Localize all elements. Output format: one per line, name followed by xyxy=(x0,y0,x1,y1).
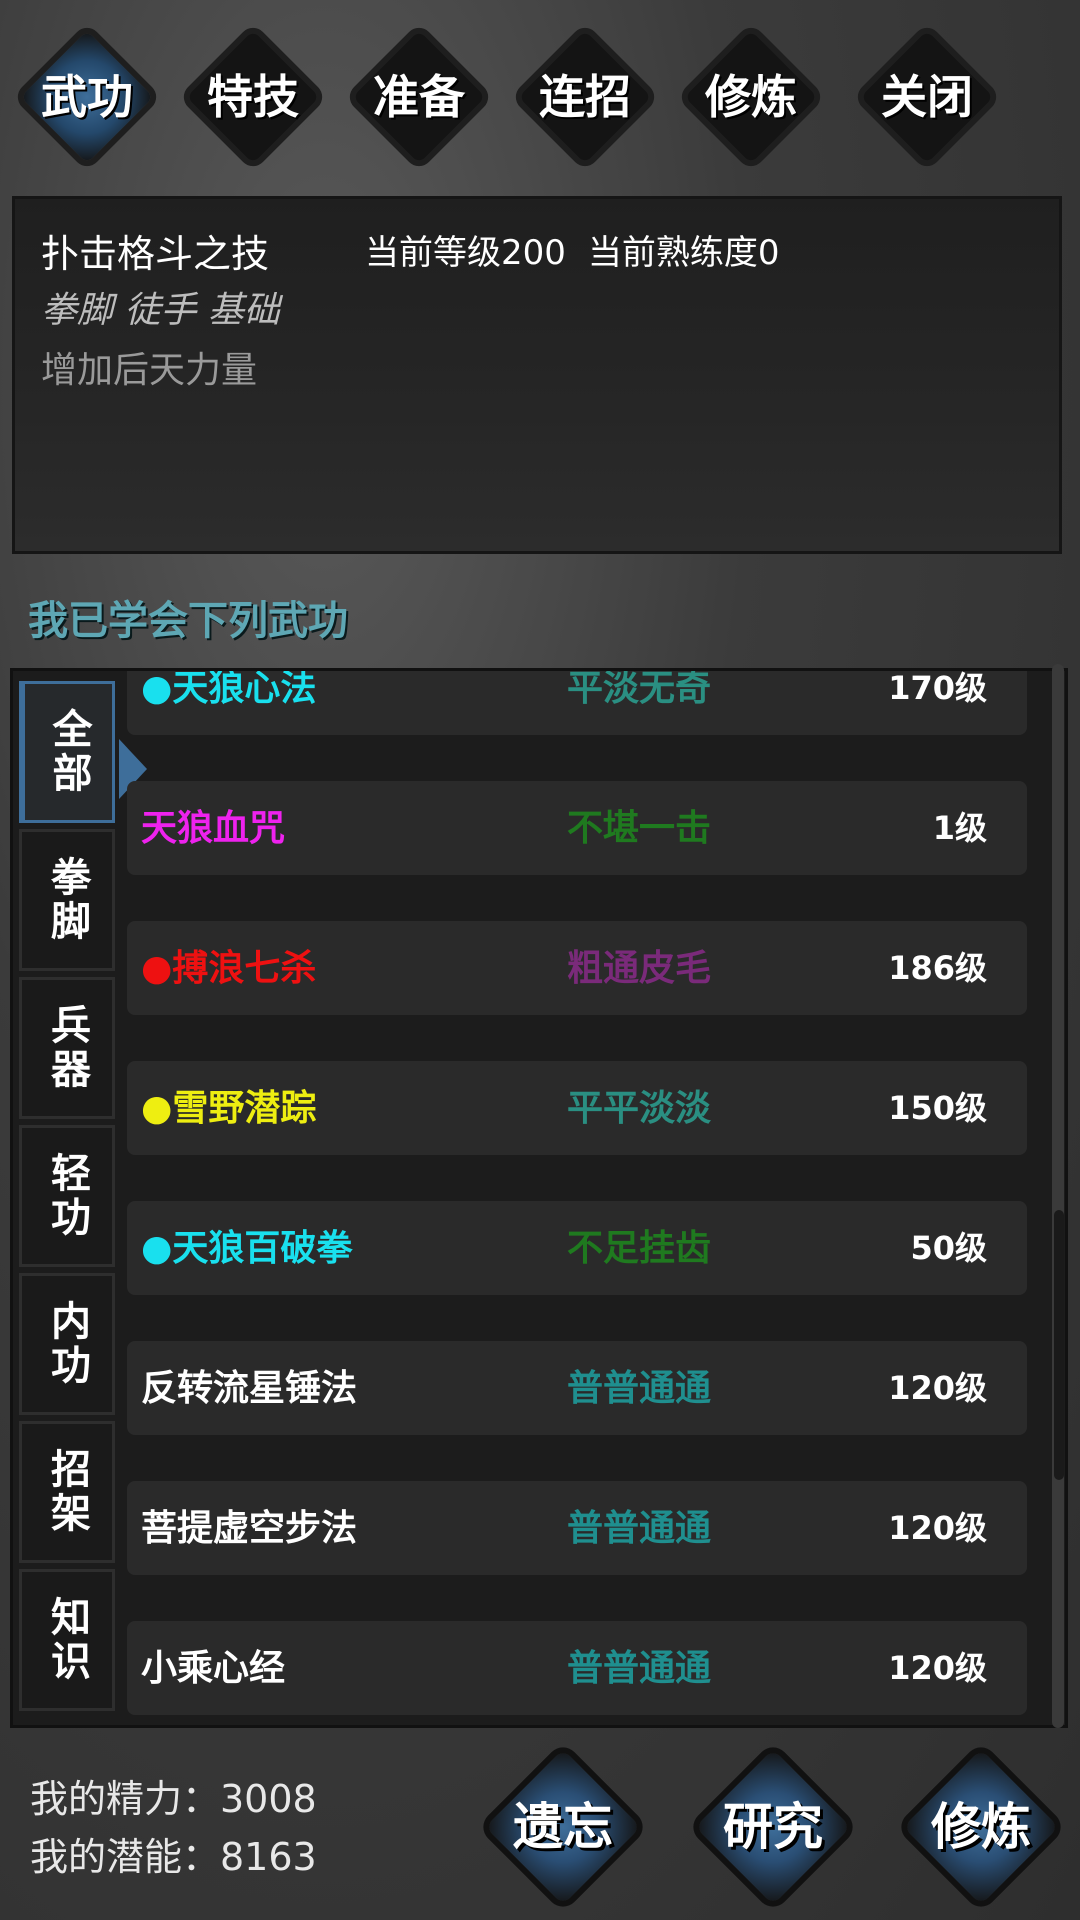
category-label: 招架 xyxy=(44,1448,91,1536)
skill-row[interactable]: 小乘心经 普普通通 120级 xyxy=(127,1621,1027,1715)
skill-row-name: ●搏浪七杀 xyxy=(141,947,317,989)
skill-row[interactable]: 反转流星锤法 普普通通 120级 xyxy=(127,1341,1027,1435)
potential-stat: 我的潜能：8163 xyxy=(30,1835,317,1879)
research-button-label: 研究 xyxy=(723,1797,823,1856)
skill-row-name: 小乘心经 xyxy=(141,1647,286,1689)
skill-row-level: 150级 xyxy=(888,1089,987,1127)
skill-row-name: ●天狼百破拳 xyxy=(141,1227,353,1269)
skill-rows: ●天狼心法 平淡无奇 170级 天狼血咒 不堪一击 1级 ●搏浪七杀 粗通皮毛 … xyxy=(123,671,1053,1725)
tab-label: 修炼 xyxy=(705,70,797,124)
category-label: 拳脚 xyxy=(44,856,91,944)
forget-button[interactable]: 遗忘 xyxy=(478,1742,648,1912)
train-button[interactable]: 修炼 xyxy=(896,1742,1066,1912)
category-label: 知识 xyxy=(44,1596,91,1684)
skill-info-panel: 扑击格斗之技 当前等级200 当前熟练度0 拳脚 徒手 基础 增加后天力量 xyxy=(12,196,1062,554)
tab-label: 连招 xyxy=(539,70,631,124)
skill-row[interactable]: ●天狼百破拳 不足挂齿 50级 xyxy=(127,1201,1027,1295)
category-label: 轻功 xyxy=(44,1152,91,1240)
skill-stats: 当前等级200 当前熟练度0 xyxy=(365,225,802,274)
skill-row-level: 186级 xyxy=(888,949,987,987)
category-bingqi[interactable]: 兵器 xyxy=(19,977,115,1119)
category-zhaojia[interactable]: 招架 xyxy=(19,1421,115,1563)
skill-row-level: 120级 xyxy=(888,1509,987,1547)
tab-wugong[interactable]: 武功 xyxy=(12,22,162,172)
tab-close[interactable]: 关闭 xyxy=(852,22,1002,172)
list-scrollbar[interactable] xyxy=(1052,664,1064,1728)
skill-name: 扑击格斗之技 xyxy=(41,232,270,276)
skill-row-name: 天狼血咒 xyxy=(141,807,286,849)
tab-lianzhao[interactable]: 连招 xyxy=(510,22,660,172)
skill-tags: 拳脚 徒手 基础 xyxy=(41,290,280,331)
skill-row[interactable]: ●搏浪七杀 粗通皮毛 186级 xyxy=(127,921,1027,1015)
skill-row-name: 反转流星锤法 xyxy=(141,1367,358,1409)
skill-row[interactable]: ●天狼心法 平淡无奇 170级 xyxy=(127,671,1027,735)
skill-effect: 增加后天力量 xyxy=(41,350,258,391)
forget-button-label: 遗忘 xyxy=(513,1797,613,1856)
skill-row-level: 170级 xyxy=(888,671,987,707)
research-button[interactable]: 研究 xyxy=(688,1742,858,1912)
train-button-label: 修炼 xyxy=(931,1797,1031,1856)
skill-row-grade: 普普通通 xyxy=(567,1367,712,1409)
tab-label: 武功 xyxy=(41,70,133,124)
category-quanjiao[interactable]: 拳脚 xyxy=(19,829,115,971)
skill-row-level: 120级 xyxy=(888,1649,987,1687)
skill-row[interactable]: ●雪野潜踪 平平淡淡 150级 xyxy=(127,1061,1027,1155)
skill-row-level: 120级 xyxy=(888,1369,987,1407)
skill-row-grade: 不堪一击 xyxy=(567,807,712,849)
skill-row-grade: 不足挂齿 xyxy=(567,1227,712,1269)
skill-row-grade: 粗通皮毛 xyxy=(567,947,712,989)
top-tab-bar: 武功 特技 准备 连招 修炼 关闭 xyxy=(0,0,1080,185)
skill-row-grade: 平淡无奇 xyxy=(567,671,712,709)
skill-row-grade: 普普通通 xyxy=(567,1507,712,1549)
skill-row[interactable]: 天狼血咒 不堪一击 1级 xyxy=(127,781,1027,875)
energy-stat: 我的精力：3008 xyxy=(30,1777,317,1821)
category-qinggong[interactable]: 轻功 xyxy=(19,1125,115,1267)
category-label: 兵器 xyxy=(44,1004,91,1092)
skill-level: 当前等级200 xyxy=(365,233,566,273)
category-neigong[interactable]: 内功 xyxy=(19,1273,115,1415)
skill-row-level: 50级 xyxy=(910,1229,987,1267)
tab-label: 关闭 xyxy=(881,70,973,124)
skill-row-grade: 平平淡淡 xyxy=(567,1087,712,1129)
skill-row-grade: 普普通通 xyxy=(567,1647,712,1689)
tab-label: 特技 xyxy=(207,70,299,124)
learned-skills-header: 我已学会下列武功 xyxy=(28,597,348,644)
category-label: 全部 xyxy=(45,708,93,796)
tab-xiulian[interactable]: 修炼 xyxy=(676,22,826,172)
skill-row-name: ●雪野潜踪 xyxy=(141,1087,317,1129)
list-scrollbar-thumb[interactable] xyxy=(1054,1210,1064,1480)
skill-row[interactable]: 菩提虚空步法 普普通通 120级 xyxy=(127,1481,1027,1575)
category-label: 内功 xyxy=(44,1300,91,1388)
skill-row-level: 1级 xyxy=(932,809,987,847)
skill-proficiency: 当前熟练度0 xyxy=(587,233,780,273)
skill-list-frame: 全部 拳脚 兵器 轻功 内功 招架 知识 ●天狼心法 平淡无奇 170级 天狼血… xyxy=(10,668,1068,1728)
skill-row-name: ●天狼心法 xyxy=(141,671,317,709)
tab-teji[interactable]: 特技 xyxy=(178,22,328,172)
tab-label: 准备 xyxy=(373,70,465,124)
category-all[interactable]: 全部 xyxy=(19,681,115,823)
category-zhishi[interactable]: 知识 xyxy=(19,1569,115,1711)
tab-zhunbei[interactable]: 准备 xyxy=(344,22,494,172)
skill-row-name: 菩提虚空步法 xyxy=(141,1507,358,1549)
